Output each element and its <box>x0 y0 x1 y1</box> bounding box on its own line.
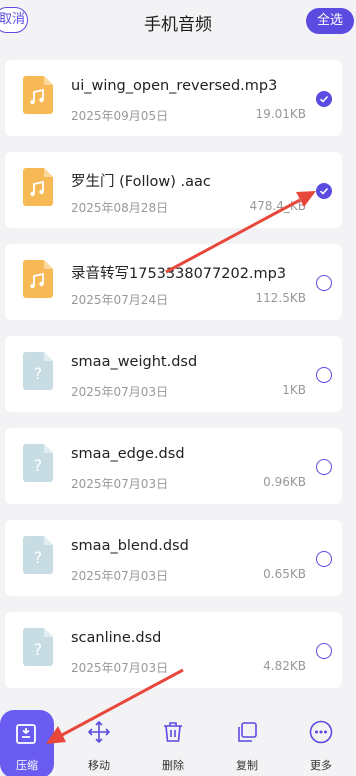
bottom-toolbar: 压缩 移动 删除 复制 更多 <box>0 706 356 776</box>
file-checkbox[interactable] <box>316 367 332 383</box>
move-button[interactable]: 移动 <box>74 706 124 776</box>
svg-text:?: ? <box>34 640 43 659</box>
file-date: 2025年07月03日 <box>71 477 169 491</box>
file-name: ui_wing_open_reversed.mp3 <box>71 78 278 94</box>
svg-text:?: ? <box>34 548 43 567</box>
copy-label: 复制 <box>236 759 258 772</box>
file-size: 0.65KB <box>263 567 306 581</box>
file-date: 2025年07月03日 <box>71 385 169 399</box>
file-name: 录音转写1753338077202.mp3 <box>71 266 287 282</box>
file-date: 2025年07月24日 <box>71 293 169 307</box>
unknown-file-icon: ? <box>23 536 53 574</box>
copy-icon <box>238 722 257 742</box>
file-name: smaa_weight.dsd <box>71 354 198 370</box>
delete-button[interactable]: 删除 <box>148 706 198 776</box>
page-title: 手机音频 <box>144 15 212 35</box>
file-size: 1KB <box>282 383 306 397</box>
compress-button[interactable]: 压缩 <box>0 710 54 776</box>
file-row[interactable]: ? smaa_edge.dsd 2025年07月03日 0.96KB <box>5 428 342 504</box>
file-size: 19.01KB <box>255 107 306 121</box>
copy-button[interactable]: 复制 <box>222 706 272 776</box>
move-label: 移动 <box>88 759 110 772</box>
unknown-file-icon: ? <box>23 352 53 390</box>
file-row[interactable]: 罗生门 (Follow) .aac 2025年08月28日 478.4_KB <box>5 152 342 228</box>
file-size: 0.96KB <box>263 475 306 489</box>
file-date: 2025年09月05日 <box>71 109 169 123</box>
file-name: smaa_blend.dsd <box>71 538 189 554</box>
file-row[interactable]: ? scanline.dsd 2025年07月03日 4.82KB <box>5 612 342 688</box>
trash-icon <box>164 722 182 742</box>
file-checkbox[interactable] <box>316 91 332 107</box>
file-name: 罗生门 (Follow) .aac <box>71 174 211 190</box>
file-list: ui_wing_open_reversed.mp3 2025年09月05日 19… <box>5 60 342 704</box>
file-size: 478.4_KB <box>249 199 306 213</box>
svg-text:?: ? <box>34 364 43 383</box>
file-size: 112.5KB <box>255 291 306 305</box>
audio-file-icon <box>23 168 53 206</box>
more-button[interactable]: 更多 <box>296 706 346 776</box>
file-checkbox[interactable] <box>316 643 332 659</box>
file-row[interactable]: ? smaa_blend.dsd 2025年07月03日 0.65KB <box>5 520 342 596</box>
move-arrows-icon <box>87 720 111 744</box>
file-size: 4.82KB <box>263 659 306 673</box>
compress-label: 压缩 <box>16 759 38 772</box>
file-row[interactable]: 录音转写1753338077202.mp3 2025年07月24日 112.5K… <box>5 244 342 320</box>
file-date: 2025年08月28日 <box>71 201 169 215</box>
file-row[interactable]: ? smaa_weight.dsd 2025年07月03日 1KB <box>5 336 342 412</box>
file-row[interactable]: ui_wing_open_reversed.mp3 2025年09月05日 19… <box>5 60 342 136</box>
more-icon <box>309 720 333 744</box>
file-checkbox[interactable] <box>316 459 332 475</box>
unknown-file-icon: ? <box>23 444 53 482</box>
compress-icon <box>16 724 36 744</box>
file-name: scanline.dsd <box>71 630 162 646</box>
file-name: smaa_edge.dsd <box>71 446 185 462</box>
more-label: 更多 <box>310 759 332 772</box>
svg-text:?: ? <box>34 456 43 475</box>
select-all-button[interactable]: 全选 <box>306 8 354 34</box>
file-checkbox[interactable] <box>316 551 332 567</box>
checkmark-icon <box>319 95 329 103</box>
delete-label: 删除 <box>162 759 184 772</box>
audio-file-icon <box>23 260 53 298</box>
checkmark-icon <box>319 187 329 195</box>
unknown-file-icon: ? <box>23 628 53 666</box>
file-date: 2025年07月03日 <box>71 569 169 583</box>
header-bar: 取消 手机音频 全选 <box>0 0 356 44</box>
file-checkbox[interactable] <box>316 183 332 199</box>
file-date: 2025年07月03日 <box>71 661 169 675</box>
audio-file-icon <box>23 76 53 114</box>
file-checkbox[interactable] <box>316 275 332 291</box>
